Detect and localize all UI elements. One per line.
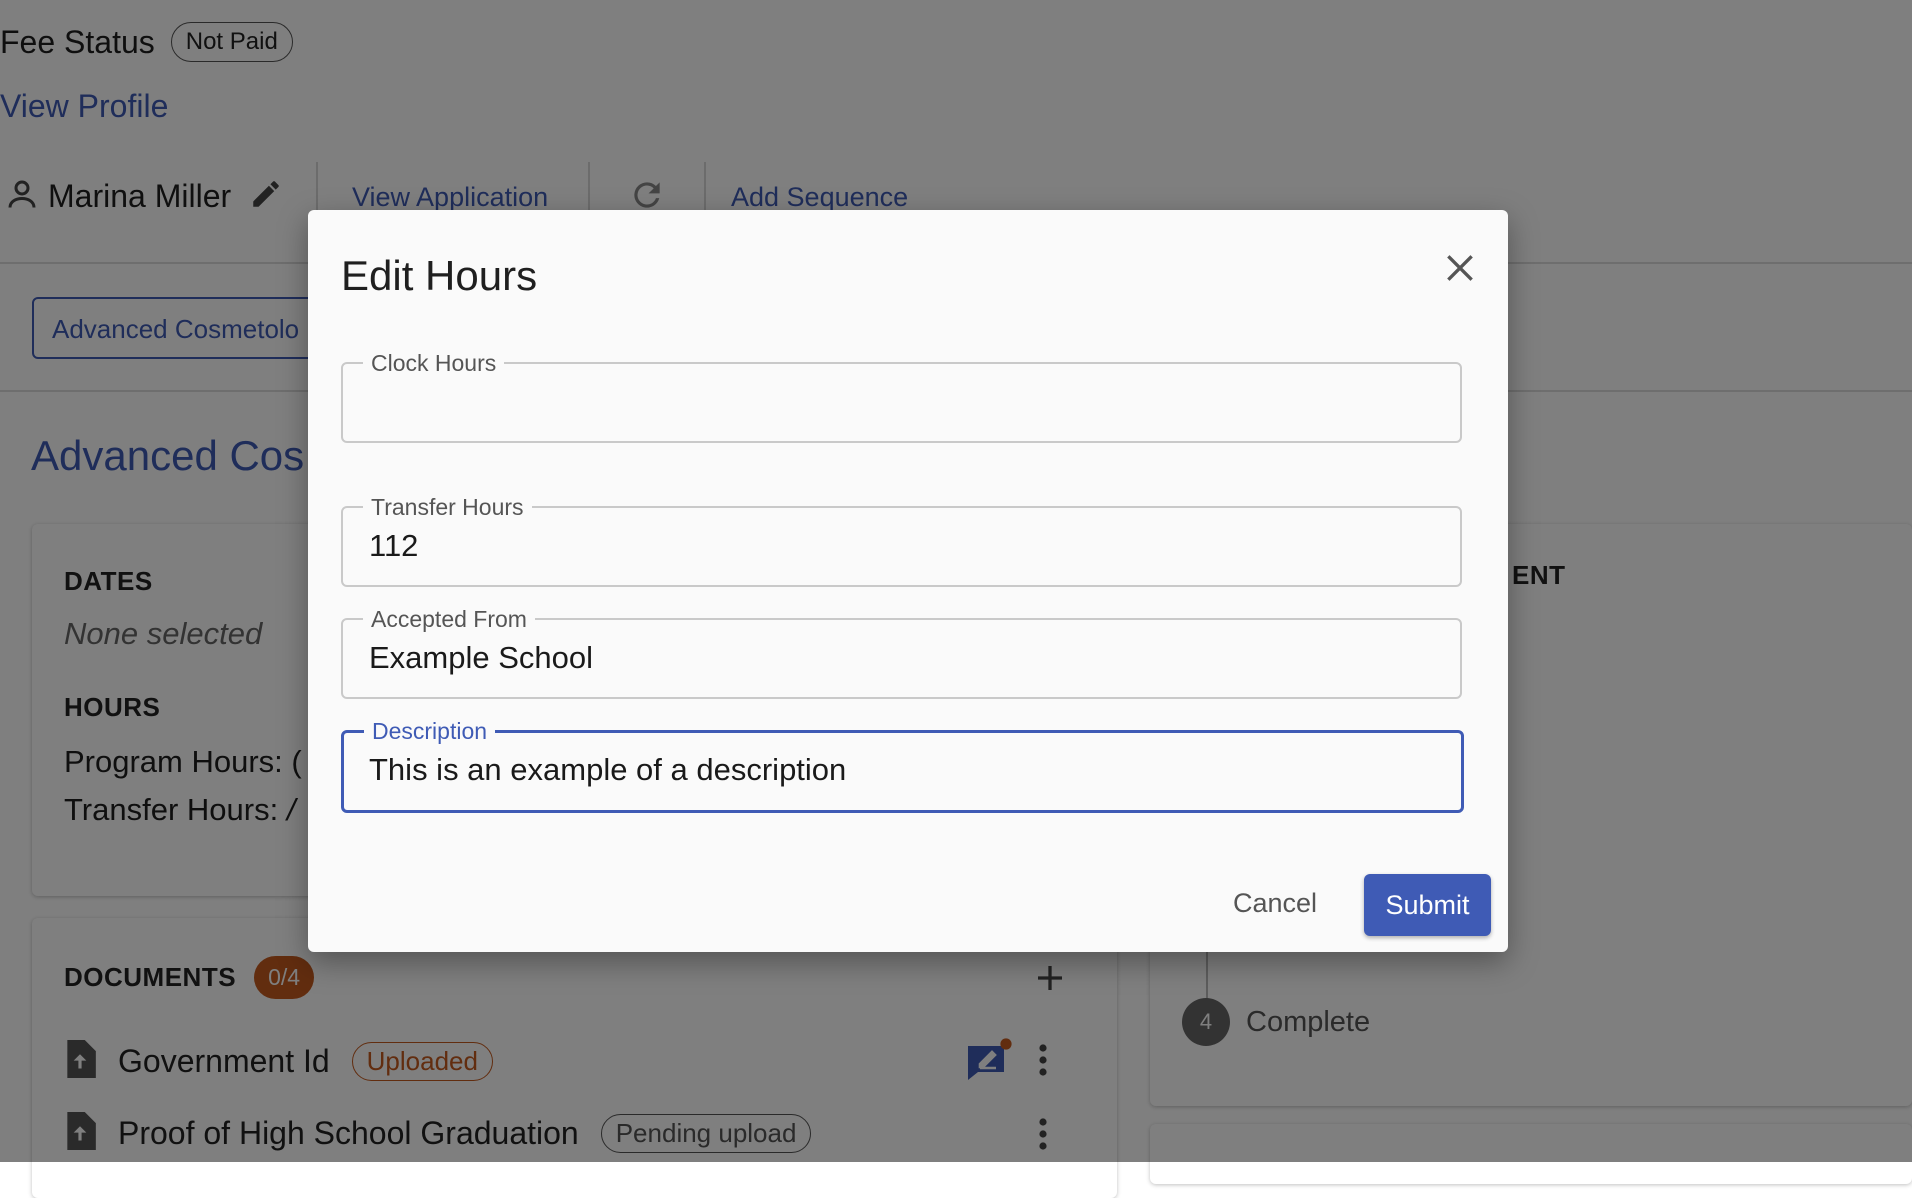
clock-hours-input[interactable] xyxy=(369,384,1429,420)
transfer-hours-field[interactable]: Transfer Hours xyxy=(341,494,1462,587)
dialog-title: Edit Hours xyxy=(341,252,538,299)
edit-hours-dialog: Edit Hours Clock Hours Transfer Hours Ac… xyxy=(308,210,1508,952)
transfer-hours-input[interactable] xyxy=(369,528,1429,564)
accepted-from-label: Accepted From xyxy=(363,606,535,632)
description-label: Description xyxy=(364,718,496,744)
clock-hours-label: Clock Hours xyxy=(363,350,505,376)
transfer-hours-label: Transfer Hours xyxy=(363,494,532,520)
cancel-button[interactable]: Cancel xyxy=(1233,888,1317,919)
close-icon[interactable] xyxy=(1440,248,1480,288)
description-input[interactable] xyxy=(369,752,1429,788)
submit-button[interactable]: Submit xyxy=(1364,874,1491,936)
accepted-from-field[interactable]: Accepted From xyxy=(341,606,1462,699)
description-field[interactable]: Description xyxy=(341,718,1464,813)
accepted-from-input[interactable] xyxy=(369,640,1429,676)
clock-hours-field[interactable]: Clock Hours xyxy=(341,350,1462,443)
